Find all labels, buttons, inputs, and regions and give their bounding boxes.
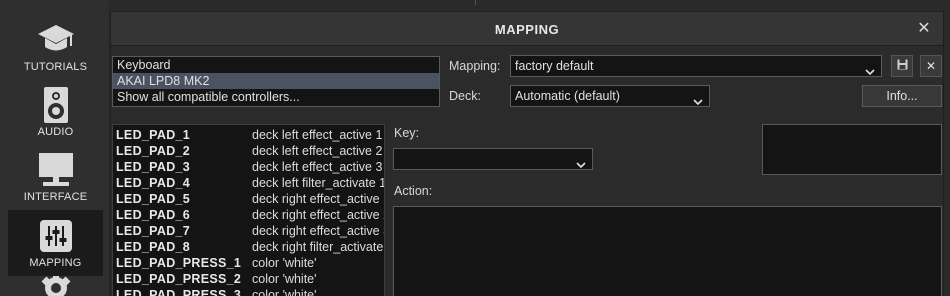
action-cell: deck right effect_active 2	[252, 208, 385, 222]
mapping-select-value: factory default	[515, 59, 594, 73]
sidebar-item-mapping[interactable]: MAPPING	[8, 210, 103, 276]
sidebar-item-tutorials[interactable]: TUTORIALS	[8, 14, 103, 80]
chevron-down-icon	[693, 92, 703, 112]
deck-select[interactable]: Automatic (default)	[510, 85, 710, 107]
sidebar: TUTORIALS AUDIO INTERFACE MAPPING	[0, 0, 108, 296]
action-cell: color 'white'	[252, 256, 317, 270]
action-cell: deck right effect_active 1	[252, 192, 385, 206]
key-cell: LED_PAD_1	[116, 128, 191, 142]
key-cell: LED_PAD_7	[116, 224, 191, 238]
table-row[interactable]: LED_PAD_2 deck left effect_active 2	[113, 143, 384, 159]
gear-icon	[8, 276, 103, 296]
key-cell: LED_PAD_6	[116, 208, 191, 222]
table-row[interactable]: LED_PAD_PRESS_2 color 'white'	[113, 271, 384, 287]
table-row[interactable]: LED_PAD_5 deck right effect_active 1	[113, 191, 385, 207]
save-mapping-button[interactable]	[891, 55, 913, 77]
mapping-select[interactable]: factory default	[510, 55, 882, 77]
action-cell: deck right effect_active 3	[252, 224, 385, 238]
key-cell: LED_PAD_8	[116, 240, 191, 254]
action-cell: color 'white'	[252, 272, 317, 286]
sidebar-item-label: INTERFACE	[23, 191, 88, 203]
action-label: Action:	[394, 184, 433, 198]
speaker-icon	[8, 85, 103, 125]
sidebar-item-label: AUDIO	[37, 126, 74, 138]
action-cell: color 'white'	[252, 288, 317, 296]
table-row[interactable]: LED_PAD_PRESS_3 color 'white'	[113, 287, 384, 296]
close-icon: ✕	[925, 59, 937, 73]
info-button[interactable]: Info...	[862, 85, 942, 107]
close-icon[interactable]: ✕	[915, 18, 933, 40]
delete-mapping-button[interactable]: ✕	[920, 55, 942, 77]
table-row[interactable]: LED_PAD_7 deck right effect_active 3	[113, 223, 385, 239]
sliders-icon	[8, 216, 103, 256]
divider	[475, 0, 476, 5]
sidebar-item-audio[interactable]: AUDIO	[8, 79, 103, 145]
sidebar-item-label: MAPPING	[29, 257, 82, 269]
table-row[interactable]: LED_PAD_8 deck right filter_activate 1	[113, 239, 385, 255]
action-cell: deck left effect_active 1	[252, 128, 383, 142]
controller-list[interactable]: Keyboard AKAI LPD8 MK2 Show all compatib…	[112, 56, 440, 107]
floppy-disk-icon	[897, 57, 908, 75]
mapping-label: Mapping:	[449, 59, 501, 73]
key-cell: LED_PAD_PRESS_3	[116, 288, 242, 296]
key-cell: LED_PAD_3	[116, 160, 191, 174]
list-item[interactable]: Show all compatible controllers...	[113, 89, 439, 105]
graduation-cap-icon	[8, 20, 103, 60]
key-cell: LED_PAD_5	[116, 192, 191, 206]
sidebar-item-label: TUTORIALS	[23, 61, 88, 73]
action-cell: deck left filter_activate 1	[252, 176, 385, 190]
key-preview-box	[762, 124, 942, 175]
monitor-icon	[8, 150, 103, 190]
sidebar-item-interface[interactable]: INTERFACE	[8, 144, 103, 210]
key-cell: LED_PAD_2	[116, 144, 191, 158]
table-row[interactable]: LED_PAD_3 deck left effect_active 3	[113, 159, 384, 175]
mapping-dialog: MAPPING ✕ Keyboard AKAI LPD8 MK2 Show al…	[110, 11, 944, 296]
list-item[interactable]: Keyboard	[113, 57, 439, 73]
table-row[interactable]: LED_PAD_PRESS_1 color 'white'	[113, 255, 384, 271]
table-row[interactable]: LED_PAD_4 deck left filter_activate 1	[113, 175, 385, 191]
key-cell: LED_PAD_PRESS_2	[116, 272, 242, 286]
key-cell: LED_PAD_PRESS_1	[116, 256, 242, 270]
action-cell: deck right filter_activate 1	[252, 240, 385, 254]
action-editor[interactable]	[393, 206, 942, 296]
sidebar-item-settings[interactable]	[8, 276, 103, 296]
list-item[interactable]: AKAI LPD8 MK2	[113, 73, 439, 89]
deck-select-value: Automatic (default)	[515, 89, 620, 103]
dialog-titlebar: MAPPING ✕	[111, 12, 943, 46]
table-row[interactable]: LED_PAD_6 deck right effect_active 2	[113, 207, 385, 223]
key-select[interactable]	[393, 148, 593, 170]
key-label: Key:	[394, 126, 420, 140]
key-cell: LED_PAD_4	[116, 176, 191, 190]
action-cell: deck left effect_active 2	[252, 144, 383, 158]
table-row[interactable]: LED_PAD_1 deck left effect_active 1	[113, 127, 384, 143]
mapping-list[interactable]: LED_PAD_1 deck left effect_active 1 LED_P…	[112, 124, 385, 296]
chevron-down-icon	[576, 155, 586, 175]
action-cell: deck left effect_active 3	[252, 160, 383, 174]
deck-label: Deck:	[449, 89, 481, 103]
dialog-title: MAPPING	[494, 22, 560, 37]
chevron-down-icon	[865, 62, 875, 82]
